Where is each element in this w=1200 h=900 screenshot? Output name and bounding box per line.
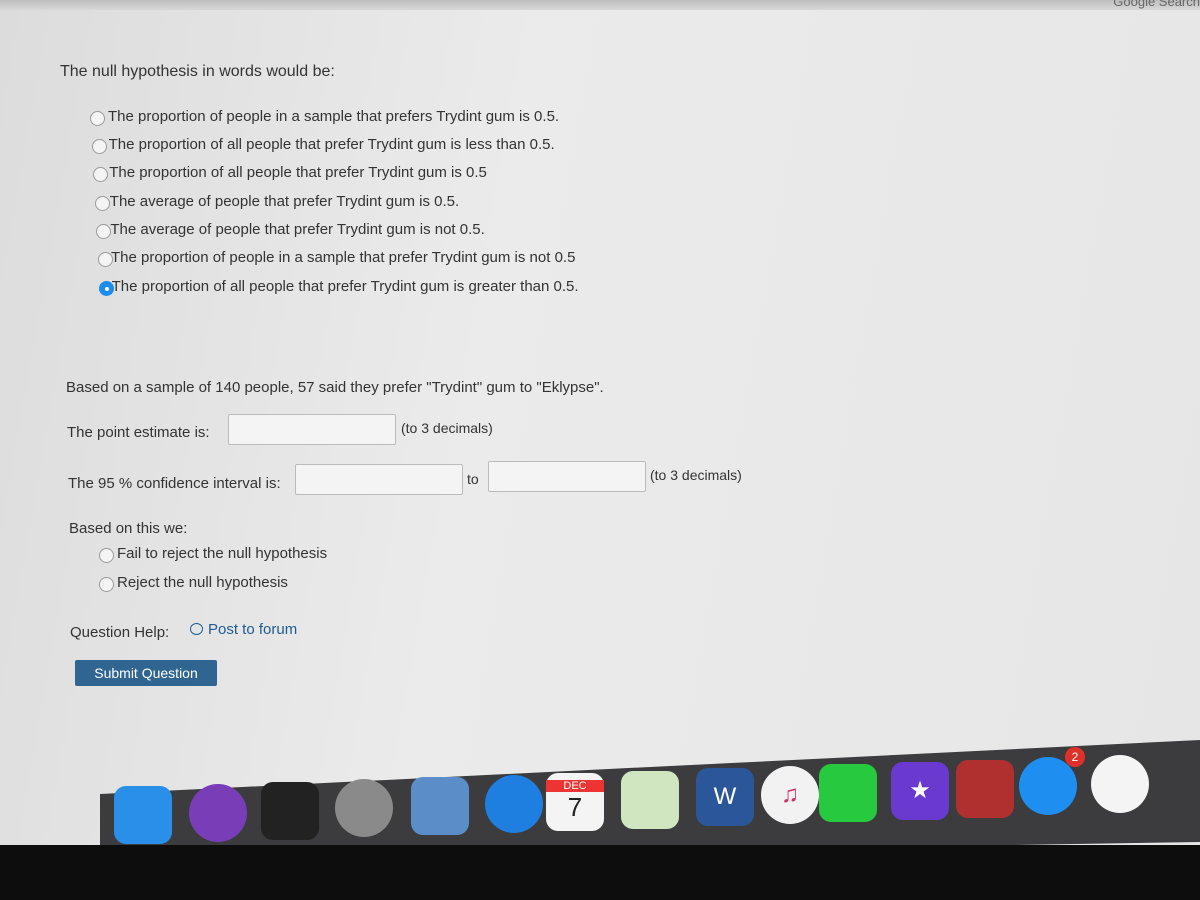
photo-booth-icon[interactable]: [956, 759, 1014, 818]
finder-icon[interactable]: [114, 786, 172, 844]
radio-option-3[interactable]: [93, 167, 108, 182]
photos-icon[interactable]: [1091, 755, 1149, 814]
sample-text: Based on a sample of 140 people, 57 said…: [66, 379, 604, 396]
word-glyph: W: [713, 783, 737, 811]
conclusion-radio-1[interactable]: [99, 548, 114, 563]
radio-option-4[interactable]: [94, 196, 110, 211]
safari-icon[interactable]: [485, 775, 543, 833]
radio-option-2[interactable]: [91, 139, 107, 154]
screen-bezel: [0, 845, 1200, 900]
radio-option-1[interactable]: [90, 111, 105, 126]
launchpad-icon[interactable]: [335, 779, 393, 838]
option-label-1: The proportion of people in a sample tha…: [108, 108, 560, 125]
option-label-6: The proportion of people in a sample tha…: [111, 249, 576, 266]
option-label-3: The proportion of all people that prefer…: [109, 164, 487, 181]
google-search-text[interactable]: Google Search: [1113, 0, 1200, 9]
conclusion-radio-2[interactable]: [99, 577, 114, 592]
calendar-day: 7: [567, 792, 583, 823]
mission-control-icon[interactable]: [261, 781, 319, 840]
ci-to-label: to: [467, 471, 479, 487]
imovie-glyph: ★: [909, 777, 931, 805]
app-store-icon[interactable]: 2: [1019, 747, 1085, 816]
conclusion-label-2: Reject the null hypothesis: [117, 574, 288, 591]
conclusion-label: Based on this we:: [69, 520, 188, 537]
question-title: The null hypothesis in words would be:: [60, 63, 335, 80]
ci-decimals-note: (to 3 decimals): [650, 467, 742, 483]
point-estimate-decimals-note: (to 3 decimals): [401, 420, 493, 436]
itunes-icon[interactable]: ♫: [761, 766, 819, 825]
option-label-7: The proportion of all people that prefer…: [111, 278, 579, 295]
browser-top-bar: [0, 0, 1200, 10]
ci-label: The 95 % confidence interval is:: [68, 475, 281, 492]
post-to-forum-link[interactable]: Post to forum: [190, 621, 297, 638]
calendar-month: DEC: [546, 780, 604, 793]
word-icon[interactable]: W: [696, 768, 754, 827]
mail-icon[interactable]: [411, 777, 469, 836]
post-to-forum-text: Post to forum: [208, 621, 298, 638]
point-estimate-input[interactable]: [228, 414, 396, 445]
ci-lower-input[interactable]: [295, 464, 463, 495]
itunes-glyph: ♫: [781, 781, 799, 809]
question-help-label: Question Help:: [70, 624, 170, 641]
option-label-5: The average of people that prefer Trydin…: [110, 221, 485, 238]
facetime-icon[interactable]: [819, 764, 877, 822]
submit-question-button[interactable]: Submit Question: [75, 660, 217, 686]
point-estimate-label: The point estimate is:: [67, 424, 210, 441]
option-label-2: The proportion of all people that prefer…: [108, 136, 555, 153]
ci-upper-input[interactable]: [488, 461, 646, 492]
speech-bubble-icon: [190, 623, 203, 635]
conclusion-label-1: Fail to reject the null hypothesis: [117, 545, 328, 562]
calendar-icon[interactable]: DEC 7: [546, 772, 604, 831]
radio-option-5[interactable]: [96, 224, 111, 239]
option-label-4: The average of people that prefer Trydin…: [109, 193, 460, 210]
imovie-icon[interactable]: ★: [891, 761, 949, 820]
siri-icon[interactable]: [189, 783, 247, 842]
maps-icon[interactable]: [621, 770, 679, 829]
